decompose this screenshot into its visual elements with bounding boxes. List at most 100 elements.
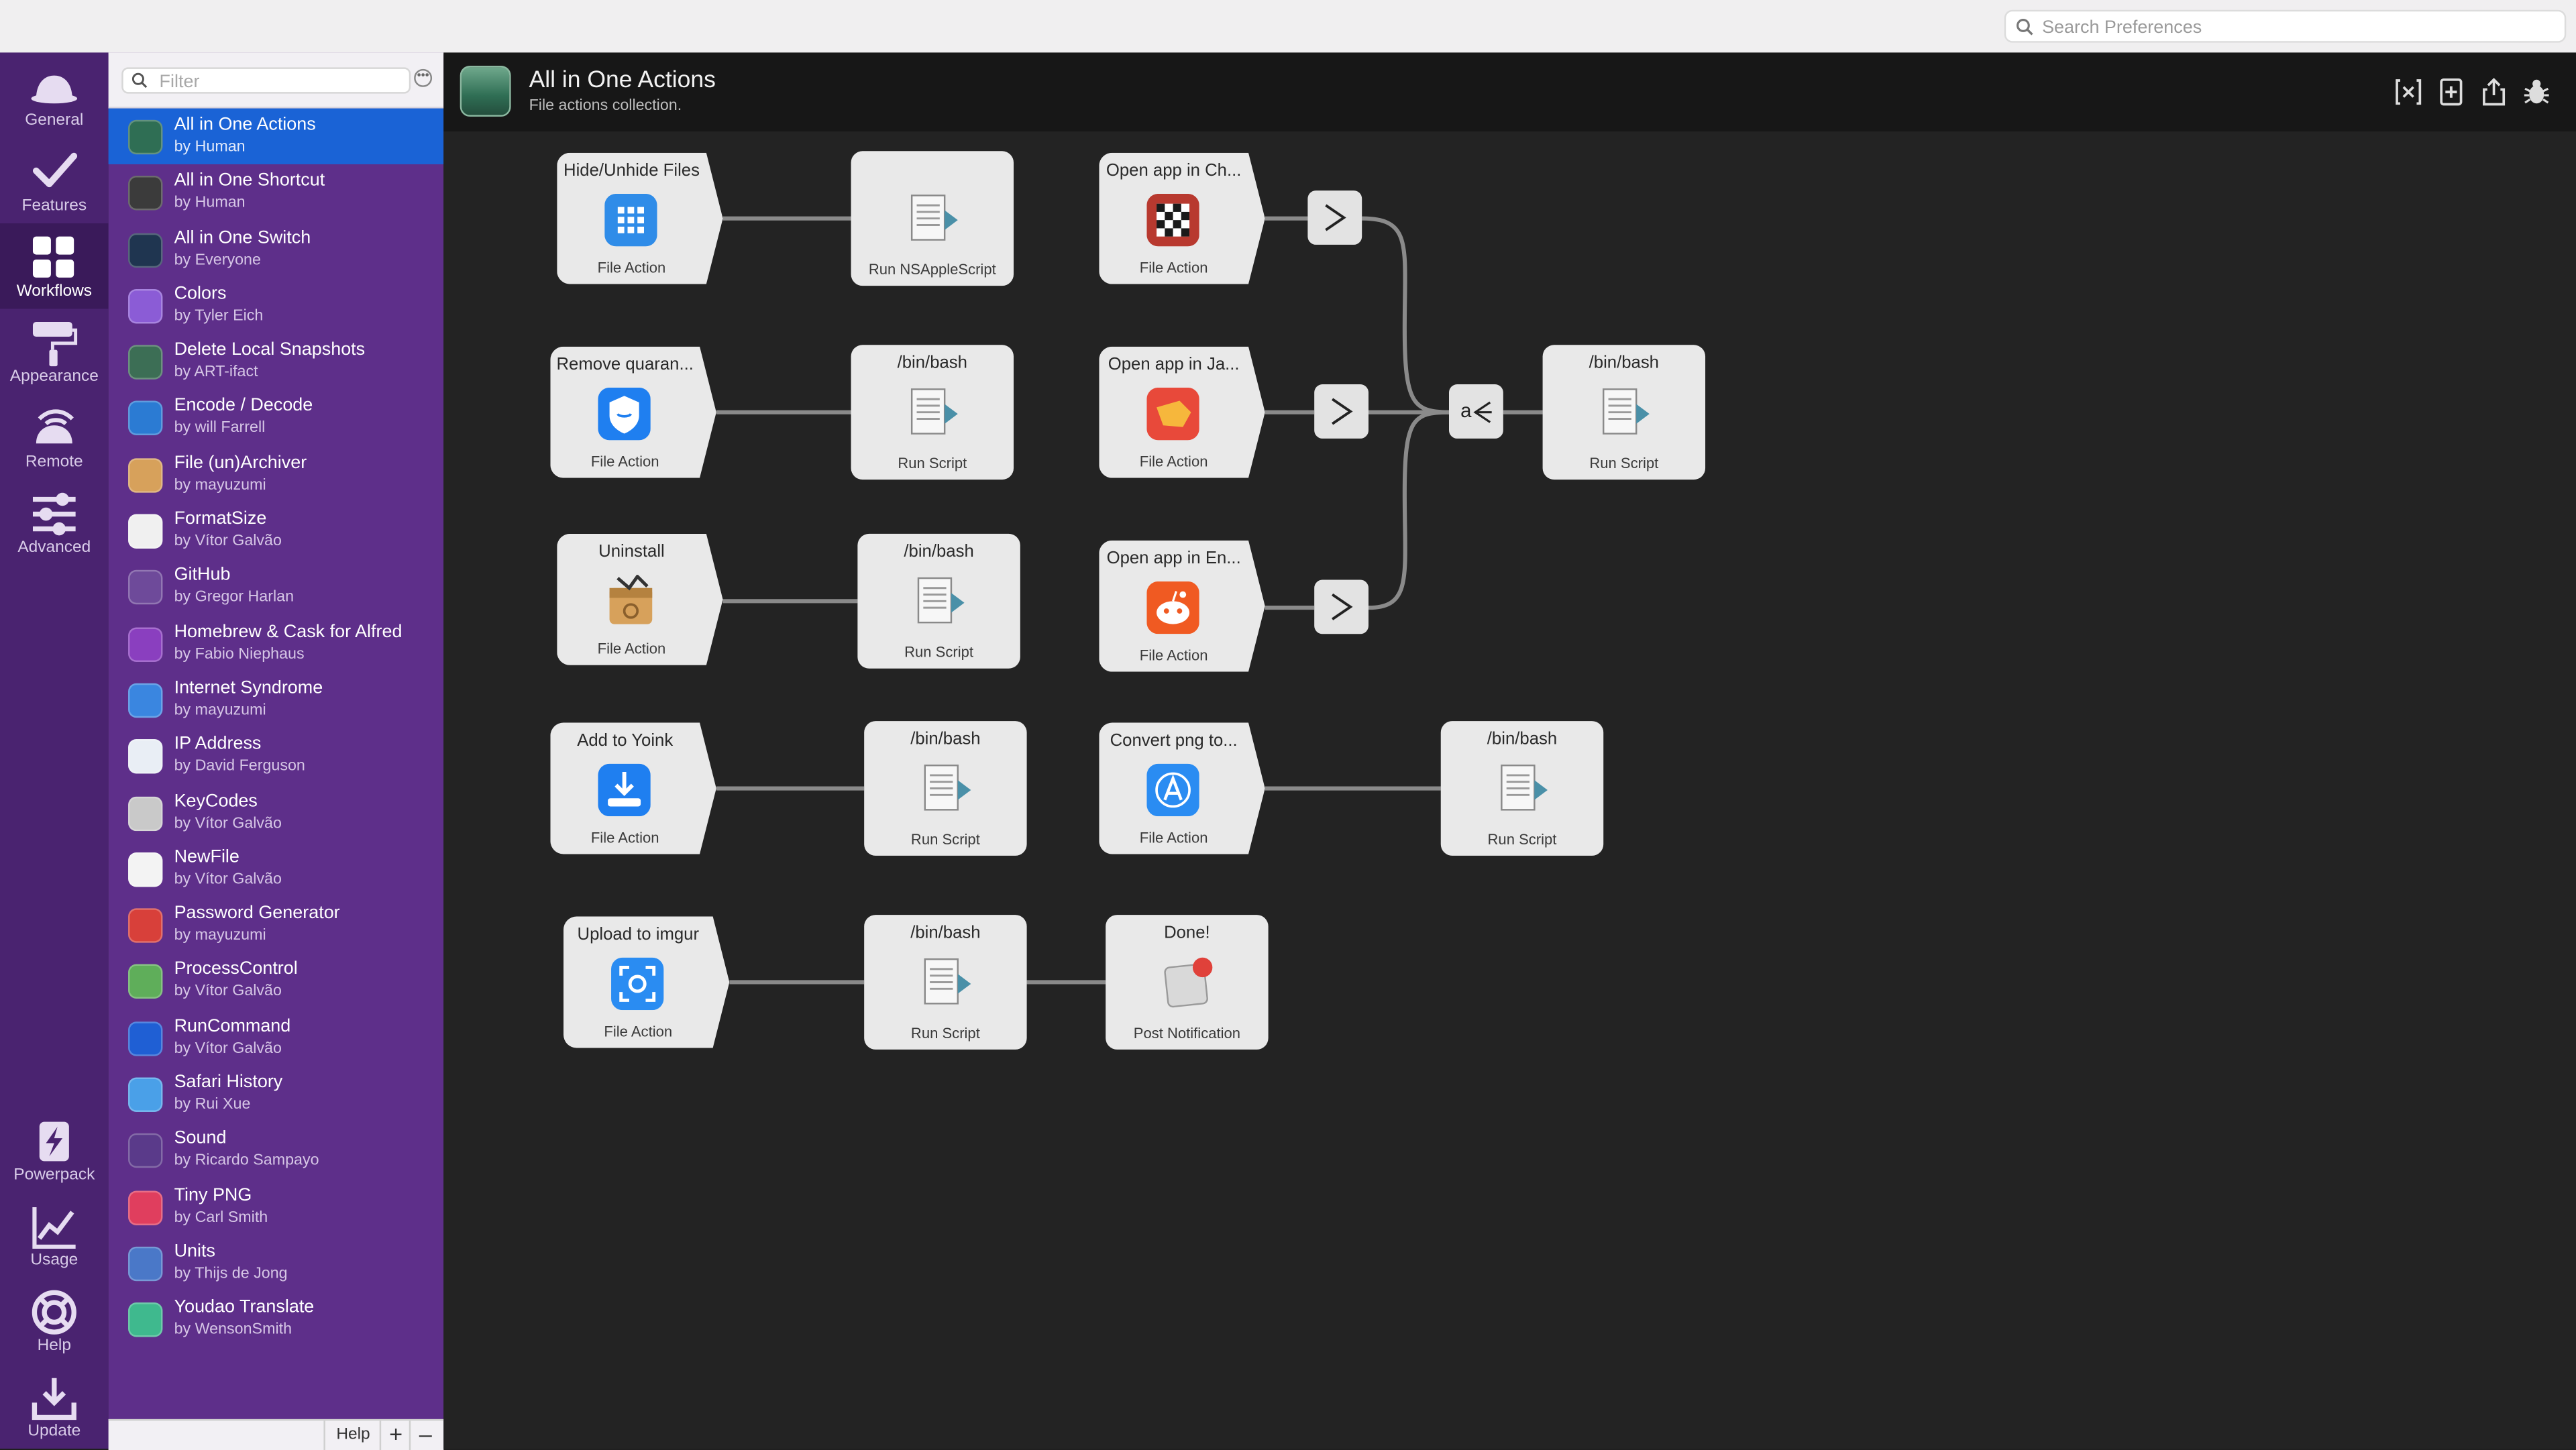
node-title: Open app in Ch... <box>1106 161 1242 181</box>
variables-button[interactable] <box>2394 77 2423 107</box>
nav-help[interactable]: Help <box>0 1278 109 1363</box>
workflow-list-item[interactable]: Colors by Tyler Eich <box>109 278 444 334</box>
workflow-icon <box>128 739 163 775</box>
add-object-button[interactable] <box>2436 77 2466 107</box>
run-nsapplescript-node[interactable]: Run NSAppleScript <box>851 151 1014 286</box>
workflow-list-item[interactable]: Tiny PNG by Carl Smith <box>109 1178 444 1235</box>
conditional-node[interactable] <box>1314 579 1369 634</box>
nav-powerpack[interactable]: Powerpack <box>0 1107 109 1192</box>
export-button[interactable] <box>2479 77 2509 107</box>
workflow-header: All in One Actions File actions collecti… <box>443 52 2576 131</box>
file-action-node[interactable]: Remove quaran... File Action <box>550 346 716 478</box>
search-icon <box>2017 19 2033 36</box>
run-script-node[interactable]: /bin/bash Run Script <box>864 721 1027 856</box>
workflow-icon <box>128 288 163 324</box>
node-title: Remove quaran... <box>556 354 694 375</box>
node-title: /bin/bash <box>897 353 967 373</box>
nav-update[interactable]: Update <box>0 1363 109 1449</box>
node-title: Add to Yoink <box>577 730 674 751</box>
file-action-node[interactable]: Convert png to... File Action <box>1099 722 1265 854</box>
run-script-node[interactable]: /bin/bash Run Script <box>1440 721 1604 856</box>
nav-update-label: Update <box>28 1422 81 1441</box>
nav-general[interactable]: General <box>0 52 109 137</box>
node-type: File Action <box>1139 647 1208 664</box>
workflow-list-item[interactable]: File (un)Archiver by mayuzumi <box>109 447 444 503</box>
run-script-node[interactable]: /bin/bash Run Script <box>857 533 1020 669</box>
filter-field[interactable] <box>121 67 411 96</box>
workflow-author: by Vítor Galvão <box>174 1039 282 1058</box>
nav-remote-label: Remote <box>25 453 83 471</box>
file-action-node[interactable]: Add to Yoink File Action <box>550 722 716 854</box>
filter-input[interactable] <box>156 68 409 96</box>
file-action-node[interactable]: Open app in En... File Action <box>1099 540 1265 672</box>
nav-features[interactable]: Features <box>0 138 109 223</box>
workflow-icon <box>128 795 163 831</box>
nav-advanced[interactable]: Advanced <box>0 480 109 565</box>
search-input[interactable] <box>2039 13 2555 43</box>
debug-button[interactable] <box>2522 77 2551 107</box>
file-action-node[interactable]: Upload to imgur File Action <box>564 916 730 1048</box>
file-action-node[interactable]: Uninstall File Action <box>557 533 723 665</box>
workflow-author: by ART-ifact <box>174 363 258 382</box>
workflow-list-item[interactable]: Youdao Translate by WensonSmith <box>109 1291 444 1347</box>
workflow-icon <box>128 457 163 493</box>
nav-usage[interactable]: Usage <box>0 1192 109 1278</box>
post-notification-node[interactable]: Done! Post Notification <box>1106 915 1269 1050</box>
nav-workflows[interactable]: Workflows <box>0 223 109 309</box>
workflow-list-item[interactable]: FormatSize by Vítor Galvão <box>109 503 444 559</box>
workflow-subtitle: File actions collection. <box>529 97 682 115</box>
nav-appearance[interactable]: Appearance <box>0 309 109 394</box>
workflow-canvas[interactable]: Hide/Unhide Files File Action Run NSAppl… <box>443 131 2576 1449</box>
workflow-name: Youdao Translate <box>174 1298 315 1318</box>
workflow-list-item[interactable]: Delete Local Snapshots by ART-ifact <box>109 334 444 390</box>
remove-workflow-button[interactable]: – <box>409 1420 441 1450</box>
workflow-list-item[interactable]: IP Address by David Ferguson <box>109 728 444 785</box>
workflow-list-item[interactable]: All in One Shortcut by Human <box>109 165 444 221</box>
workflow-name: Internet Syndrome <box>174 678 323 698</box>
conditional-node[interactable] <box>1314 384 1369 439</box>
search-icon <box>131 72 148 89</box>
node-title: /bin/bash <box>1487 729 1558 749</box>
add-workflow-button[interactable]: + <box>379 1420 411 1450</box>
workflow-list-item[interactable]: Encode / Decode by will Farrell <box>109 390 444 447</box>
workflow-list-item[interactable]: Password Generator by mayuzumi <box>109 897 444 954</box>
nav-remote[interactable]: Remote <box>0 394 109 480</box>
workflow-icon[interactable] <box>460 65 511 117</box>
workflow-list-item[interactable]: All in One Actions by Human <box>108 108 444 165</box>
file-action-node[interactable]: Open app in Ja... File Action <box>1099 346 1265 478</box>
run-script-node[interactable]: /bin/bash Run Script <box>851 345 1014 480</box>
run-script-node[interactable]: /bin/bash Run Script <box>1542 345 1706 480</box>
node-title: Hide/Unhide Files <box>564 161 700 181</box>
file-action-node[interactable]: Open app in Ch... File Action <box>1099 152 1265 284</box>
workflow-list-item[interactable]: ProcessControl by Vítor Galvão <box>109 954 444 1010</box>
workflow-icon <box>128 176 163 211</box>
workflow-list-item[interactable]: Homebrew & Cask for Alfred by Fabio Nieph… <box>109 616 444 672</box>
workflow-list-item[interactable]: RunCommand by Vítor Galvão <box>109 1010 444 1066</box>
help-button[interactable]: Help <box>323 1420 381 1450</box>
workflow-icon <box>128 1246 163 1282</box>
workflow-list-item[interactable]: Internet Syndrome by mayuzumi <box>109 672 444 728</box>
workflow-name: ProcessControl <box>174 960 298 980</box>
workflow-list-item[interactable]: KeyCodes by Vítor Galvão <box>109 785 444 841</box>
node-type: File Action <box>597 640 666 657</box>
workflow-list-item[interactable]: All in One Switch by Everyone <box>109 221 444 278</box>
arg-vars-node[interactable]: a <box>1449 384 1503 439</box>
workflow-author: by Human <box>174 137 246 156</box>
variables-icon <box>2396 79 2422 105</box>
file-action-node[interactable]: Hide/Unhide Files File Action <box>557 152 723 284</box>
workflow-list-item[interactable]: Sound by Ricardo Sampayo <box>109 1122 444 1178</box>
workflow-icon <box>128 1190 163 1225</box>
workflow-list-item[interactable]: GitHub by Gregor Harlan <box>109 559 444 616</box>
filter-options-icon[interactable]: ••• <box>414 68 433 87</box>
run-script-node[interactable]: /bin/bash Run Script <box>864 915 1027 1050</box>
search-preferences[interactable] <box>2004 9 2567 43</box>
workflow-title: All in One Actions <box>529 67 716 94</box>
workflow-list-item[interactable]: Safari History by Rui Xue <box>109 1066 444 1123</box>
remote-wifi-icon <box>36 409 74 444</box>
workflow-list-item[interactable]: Units by Thijs de Jong <box>109 1235 444 1291</box>
conditional-node[interactable] <box>1307 190 1362 245</box>
preferences-sidebar: General Features Workflows Appearance Re… <box>0 52 109 1449</box>
workflow-author: by Gregor Harlan <box>174 588 294 607</box>
workflow-author: by WensonSmith <box>174 1321 292 1339</box>
workflow-list-item[interactable]: NewFile by Vítor Galvão <box>109 841 444 897</box>
